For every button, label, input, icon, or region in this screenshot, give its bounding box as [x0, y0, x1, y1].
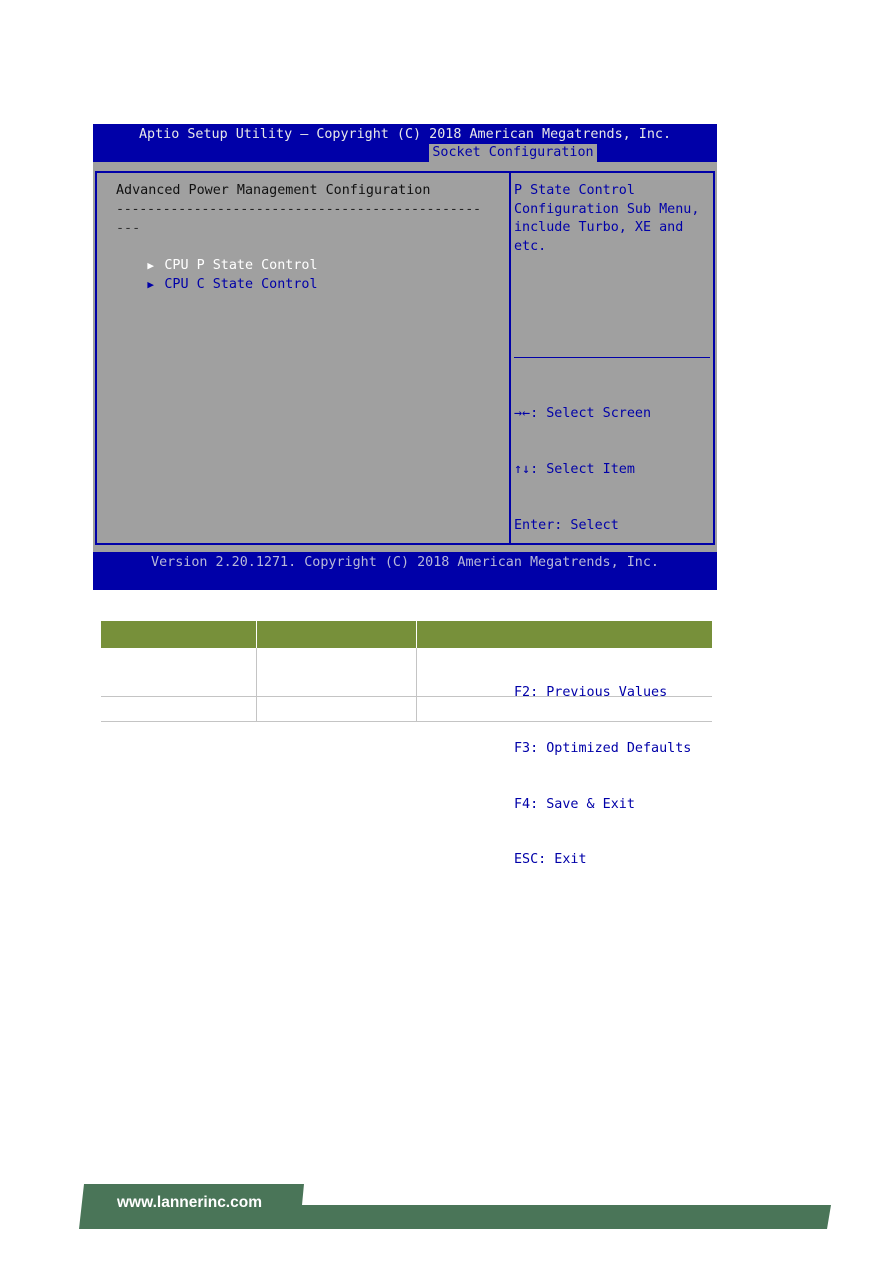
table-cell — [101, 696, 257, 722]
menu-heading: Advanced Power Management Configuration — [116, 183, 431, 198]
bios-header: Aptio Setup Utility – Copyright (C) 2018… — [93, 124, 717, 162]
table-cell — [256, 696, 417, 722]
help-divider — [514, 357, 710, 358]
bios-footer: Version 2.20.1271. Copyright (C) 2018 Am… — [93, 552, 717, 590]
bios-version: Version 2.20.1271. Copyright (C) 2018 Am… — [151, 555, 659, 570]
table-header-cell — [256, 621, 417, 648]
key-select-screen: →←: Select Screen — [514, 406, 652, 422]
help-description: P State Control Configuration Sub Menu, … — [514, 183, 700, 254]
submenu-arrow-icon: ▶ — [147, 277, 154, 291]
table-header-cell — [101, 621, 257, 648]
table-cell — [416, 648, 712, 697]
menu-separator-wrap: --- — [116, 221, 141, 236]
key-save-exit: F4: Save & Exit — [514, 796, 635, 812]
menu-panel: Advanced Power Management Configuration … — [95, 171, 509, 545]
menu-separator: ----------------------------------------… — [116, 202, 481, 217]
key-enter-select: Enter: Select — [514, 517, 619, 533]
table-cell — [416, 696, 712, 722]
key-select-item: ↑↓: Select Item — [514, 461, 635, 477]
menu-item-cpu-c-state-control[interactable]: ▶ CPU C State Control — [99, 257, 318, 313]
table-cell — [101, 648, 257, 697]
footer-website-link[interactable]: www.lannerinc.com — [117, 1194, 262, 1212]
key-optimized-defaults: F3: Optimized Defaults — [514, 740, 692, 756]
tab-socket-configuration[interactable]: Socket Configuration — [429, 144, 597, 162]
parameter-table — [101, 621, 712, 722]
menu-item-label: CPU C State Control — [164, 276, 318, 292]
bios-title: Aptio Setup Utility – Copyright (C) 2018… — [138, 127, 672, 142]
table-header-cell — [416, 621, 712, 648]
key-esc-exit: ESC: Exit — [514, 852, 587, 868]
help-panel: P State Control Configuration Sub Menu, … — [509, 171, 715, 867]
table-row — [101, 696, 712, 722]
bios-setup-screen: Aptio Setup Utility – Copyright (C) 2018… — [93, 124, 717, 867]
table-header-row — [101, 621, 712, 648]
table-cell — [256, 648, 417, 697]
table-row — [101, 648, 712, 697]
